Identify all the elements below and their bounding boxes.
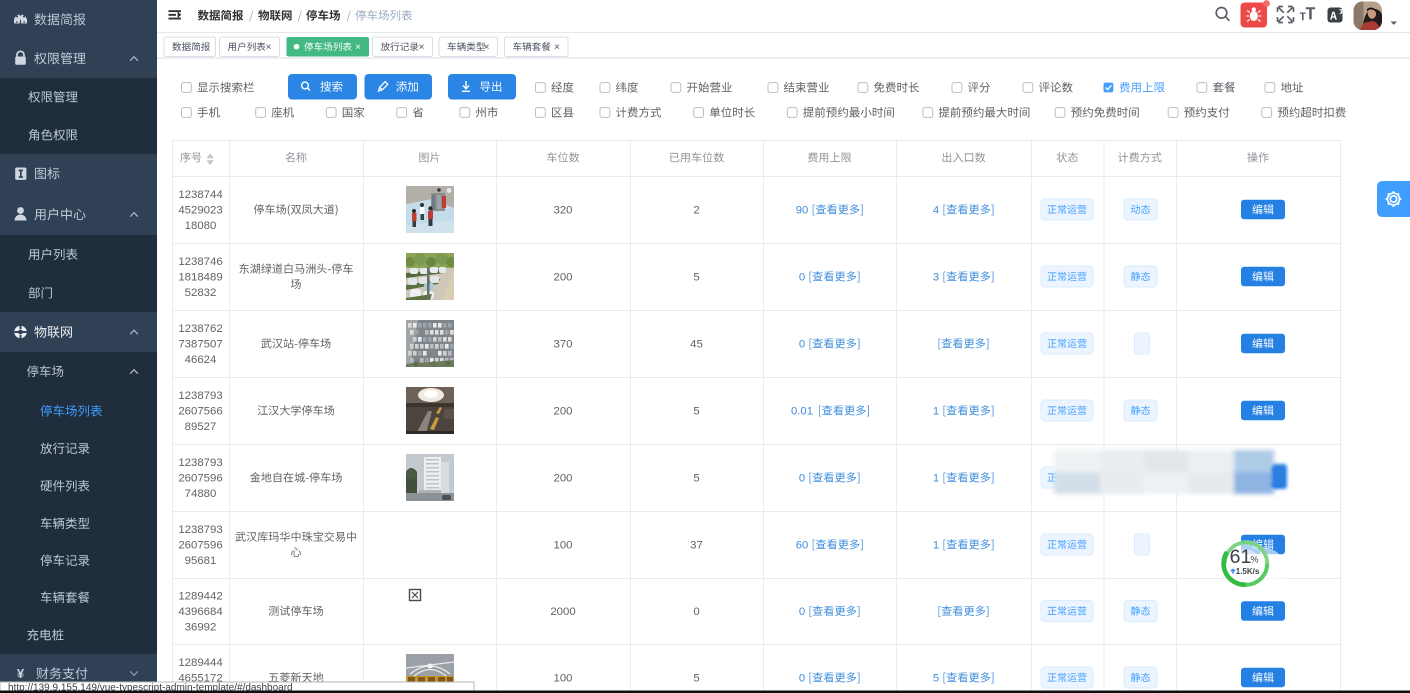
svg-text:320: 320 bbox=[553, 205, 572, 217]
svg-text:74880: 74880 bbox=[185, 488, 217, 500]
svg-text:1818489: 1818489 bbox=[178, 272, 222, 284]
svg-text:1: 1 bbox=[933, 406, 939, 418]
svg-text:200: 200 bbox=[553, 406, 572, 418]
svg-text:1238793: 1238793 bbox=[178, 390, 222, 402]
svg-text:95681: 95681 bbox=[185, 555, 217, 567]
svg-text:0.01: 0.01 bbox=[791, 406, 813, 418]
svg-text:60: 60 bbox=[796, 540, 809, 552]
svg-text:0: 0 bbox=[799, 272, 805, 284]
svg-text:18080: 18080 bbox=[185, 220, 217, 232]
svg-text:1238762: 1238762 bbox=[178, 323, 222, 335]
svg-text:61: 61 bbox=[1230, 546, 1252, 568]
svg-text:1: 1 bbox=[933, 540, 939, 552]
svg-text:45: 45 bbox=[690, 339, 703, 351]
svg-text:%: % bbox=[1250, 555, 1258, 565]
svg-text:1238793: 1238793 bbox=[178, 457, 222, 469]
svg-text:4396684: 4396684 bbox=[178, 606, 222, 618]
svg-text:100: 100 bbox=[553, 673, 572, 685]
svg-text:1: 1 bbox=[933, 473, 939, 485]
svg-text:5: 5 bbox=[933, 673, 939, 685]
svg-text:200: 200 bbox=[553, 473, 572, 485]
svg-text:46624: 46624 bbox=[185, 354, 217, 366]
svg-text:36992: 36992 bbox=[185, 622, 217, 634]
svg-text:2607566: 2607566 bbox=[178, 406, 222, 418]
svg-text:100: 100 bbox=[553, 540, 572, 552]
svg-text:0: 0 bbox=[799, 673, 805, 685]
svg-text:2: 2 bbox=[693, 205, 699, 217]
svg-text:89527: 89527 bbox=[185, 421, 217, 433]
svg-text:0: 0 bbox=[799, 339, 805, 351]
svg-text:1238746: 1238746 bbox=[178, 256, 222, 268]
svg-text:200: 200 bbox=[553, 272, 572, 284]
svg-text:1238744: 1238744 bbox=[178, 189, 222, 201]
svg-text:2607596: 2607596 bbox=[178, 473, 222, 485]
svg-text:5: 5 bbox=[693, 406, 699, 418]
svg-text:5: 5 bbox=[693, 272, 699, 284]
svg-text:37: 37 bbox=[690, 540, 703, 552]
svg-text:1238793: 1238793 bbox=[178, 524, 222, 536]
svg-text:0: 0 bbox=[799, 473, 805, 485]
svg-text:1.5K/s: 1.5K/s bbox=[1236, 567, 1260, 576]
svg-text:4: 4 bbox=[933, 205, 939, 217]
svg-text:2000: 2000 bbox=[550, 606, 575, 618]
svg-text:90: 90 bbox=[796, 205, 809, 217]
svg-text:4529023: 4529023 bbox=[178, 205, 222, 217]
svg-text:2607596: 2607596 bbox=[178, 540, 222, 552]
svg-text:1289442: 1289442 bbox=[178, 591, 222, 603]
svg-text:370: 370 bbox=[553, 339, 572, 351]
svg-text:3: 3 bbox=[933, 272, 939, 284]
svg-text:1289444: 1289444 bbox=[178, 657, 222, 669]
svg-text:0: 0 bbox=[693, 606, 699, 618]
svg-text:¥: ¥ bbox=[17, 666, 25, 681]
svg-text:0: 0 bbox=[799, 606, 805, 618]
svg-text:7387507: 7387507 bbox=[178, 339, 222, 351]
svg-text:5: 5 bbox=[693, 673, 699, 685]
svg-text:52832: 52832 bbox=[185, 287, 217, 299]
svg-text:5: 5 bbox=[693, 473, 699, 485]
